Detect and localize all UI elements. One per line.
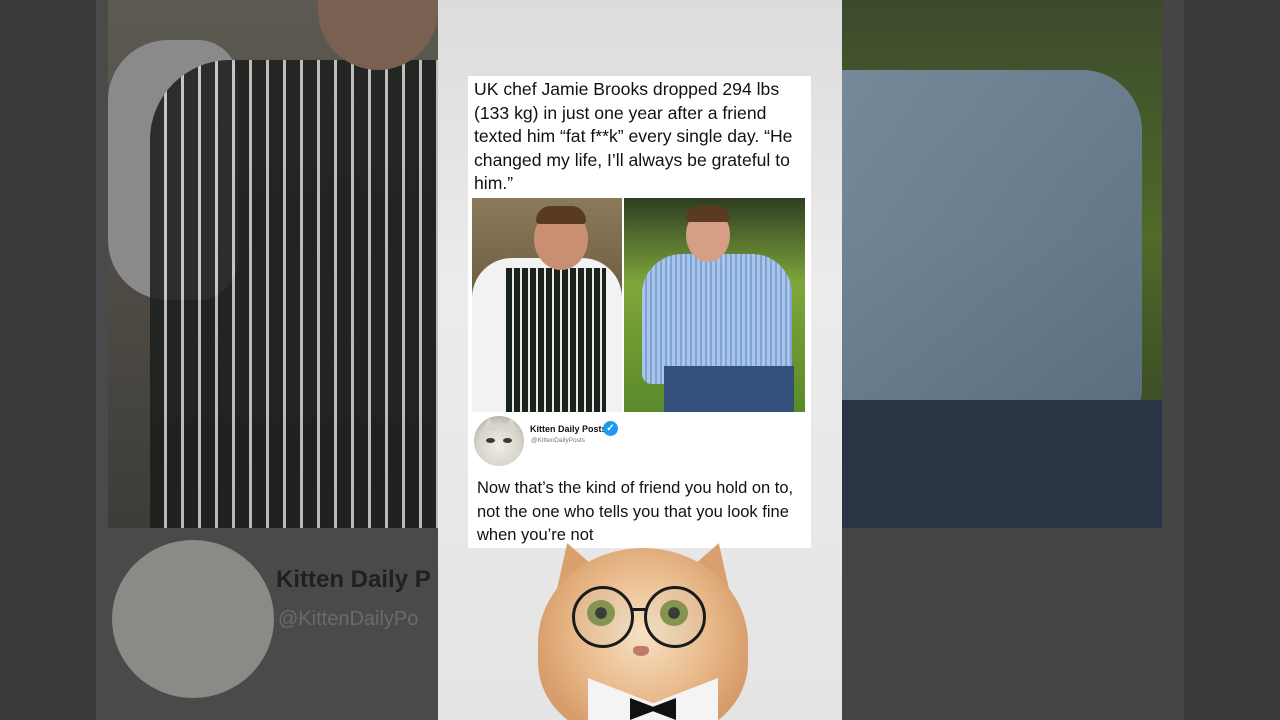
background-author-handle: @KittenDailyPo bbox=[278, 608, 419, 630]
avatar-ear-icon bbox=[482, 418, 496, 430]
author-name[interactable]: Kitten Daily Posts bbox=[530, 424, 607, 434]
cat-mascot-image bbox=[508, 535, 788, 720]
post-card: UK chef Jamie Brooks dropped 294 lbs (13… bbox=[468, 76, 811, 548]
background-right bbox=[842, 0, 1280, 720]
checked-shirt bbox=[642, 254, 792, 384]
before-photo bbox=[472, 198, 622, 412]
video-frame[interactable]: UK chef Jamie Brooks dropped 294 lbs (13… bbox=[438, 0, 842, 720]
background-author-name: Kitten Daily P bbox=[276, 566, 431, 593]
avatar[interactable] bbox=[474, 416, 524, 466]
avatar-ear-icon bbox=[504, 418, 518, 430]
background-avatar bbox=[112, 540, 274, 698]
background-striped-apron bbox=[150, 60, 438, 528]
glasses-bridge bbox=[631, 608, 646, 611]
glasses-lens bbox=[644, 586, 706, 648]
background-left: Kitten Daily P @KittenDailyPo bbox=[0, 0, 438, 720]
after-hair bbox=[686, 206, 730, 222]
cat-nose bbox=[633, 646, 649, 656]
background-jeans bbox=[842, 400, 1162, 528]
author-row: Kitten Daily Posts ✓ @KittenDailyPosts bbox=[474, 416, 804, 468]
background-checked-shirt bbox=[842, 70, 1142, 430]
before-hair bbox=[536, 206, 586, 224]
glasses-lens bbox=[572, 586, 634, 648]
oversized-jeans bbox=[664, 366, 794, 412]
striped-apron bbox=[506, 268, 606, 412]
author-handle[interactable]: @KittenDailyPosts bbox=[531, 437, 585, 444]
reply-text: Now that’s the kind of friend you hold o… bbox=[477, 479, 794, 544]
verified-badge-icon: ✓ bbox=[603, 421, 618, 436]
post-text: UK chef Jamie Brooks dropped 294 lbs (13… bbox=[474, 79, 793, 193]
avatar-eye bbox=[486, 438, 495, 443]
after-photo bbox=[624, 198, 805, 412]
avatar-eye bbox=[503, 438, 512, 443]
